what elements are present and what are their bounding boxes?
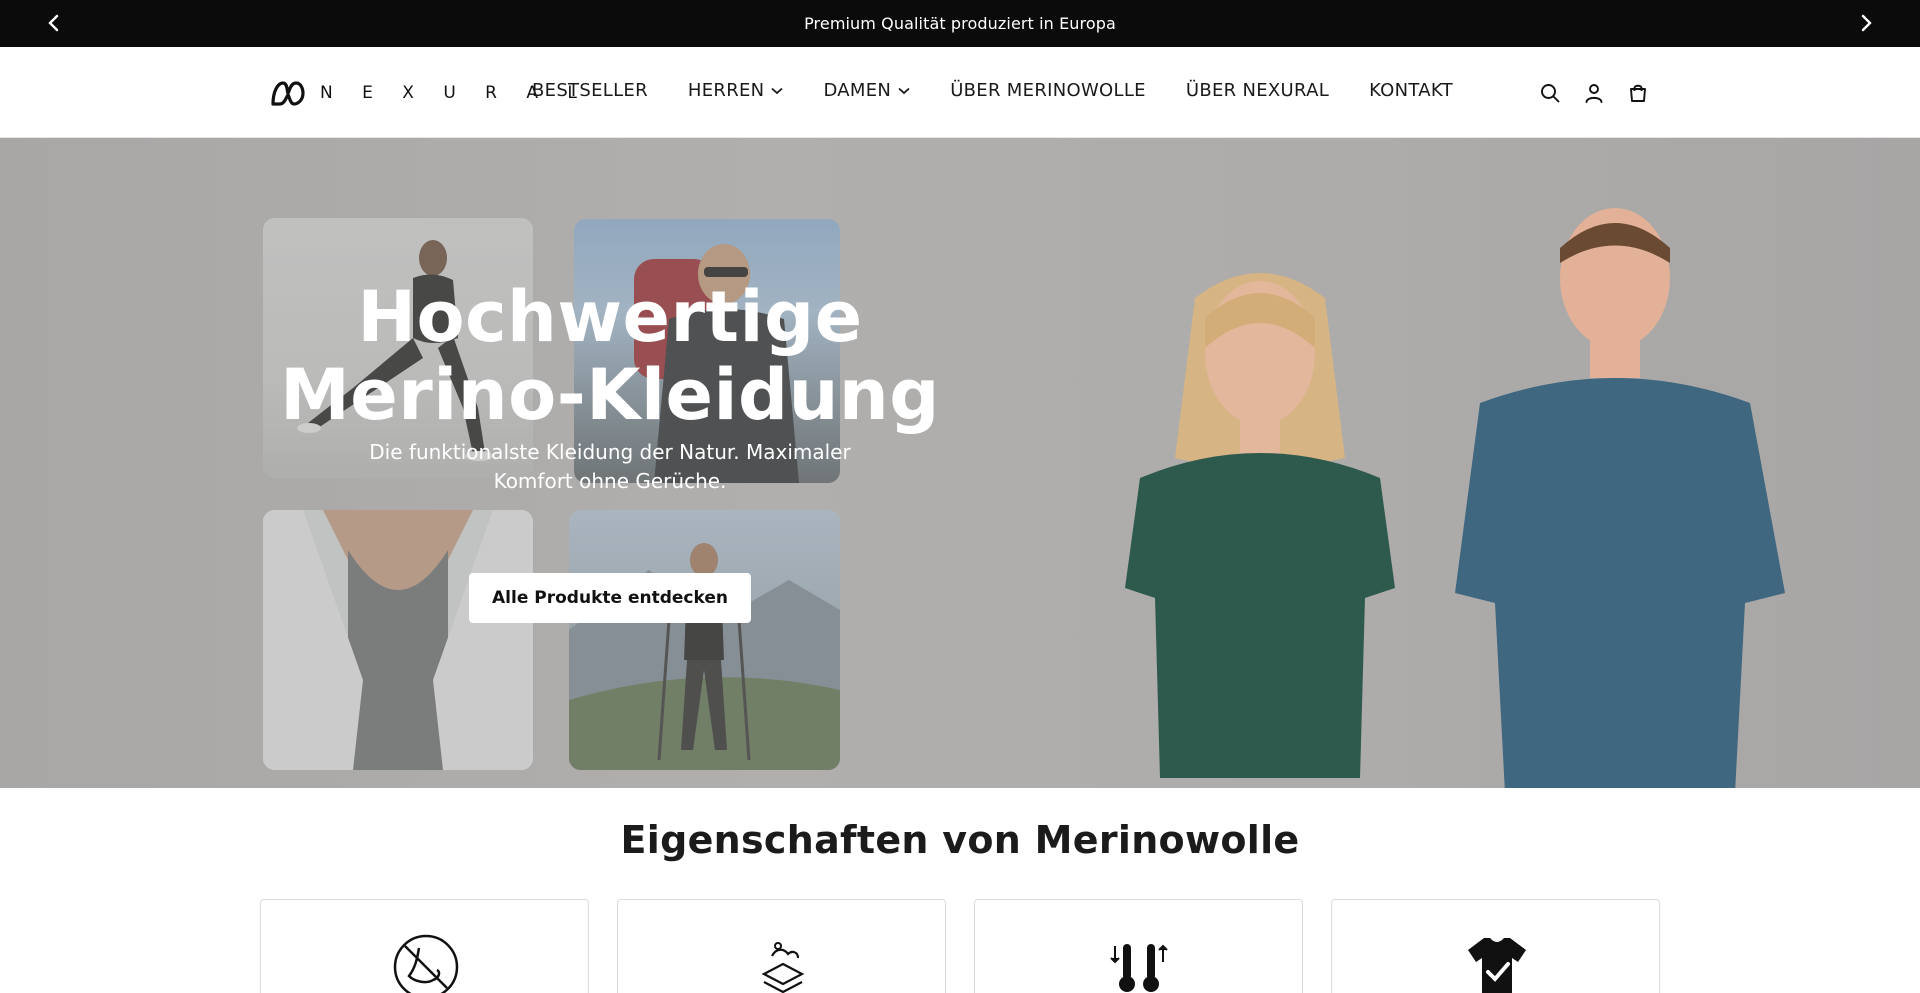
hero-title-line1: Hochwertige [357,276,863,358]
nav-ueber-merinowolle[interactable]: ÜBER MERINOWOLLE [950,80,1146,101]
cart-button[interactable] [1625,80,1651,106]
nav-ueber-nexural[interactable]: ÜBER NEXURAL [1186,80,1329,101]
hero-subtitle: Die funktionalste Kleidung der Natur. Ma… [369,440,851,493]
nav-damen[interactable]: DAMEN [823,80,910,101]
hero-title: Hochwertige Merino-Kleidung [260,278,960,434]
cart-icon [1630,84,1646,102]
nav-herren[interactable]: HERREN [688,80,784,101]
announcement-bar: Premium Qualität produziert in Europa [0,0,1920,47]
site-header: N E X U R A L BESTSELLER HERREN DAMEN ÜB… [0,47,1920,138]
nav-label: KONTAKT [1369,80,1453,101]
soft-layers-icon [750,934,816,993]
features-title: Eigenschaften von Merinowolle [620,818,1300,862]
feature-card-temperature [974,899,1303,993]
woman-model-image [1125,273,1395,778]
search-button[interactable] [1537,80,1563,106]
nav-label: BESTSELLER [532,80,648,101]
nav-label: ÜBER MERINOWOLLE [950,80,1146,101]
nav-bestseller[interactable]: BESTSELLER [532,80,648,101]
discover-products-button[interactable]: Alle Produkte entdecken [469,573,751,623]
announcement-text: Premium Qualität produziert in Europa [804,14,1116,33]
announcement-next-button[interactable] [1852,9,1880,37]
chevron-right-icon [1861,14,1872,32]
search-icon [1541,84,1560,103]
hero-title-line2: Merino-Kleidung [280,354,940,436]
nav-label: ÜBER NEXURAL [1185,80,1330,101]
man-model-image [1455,208,1785,788]
chevron-down-icon [771,87,784,94]
nav-kontakt[interactable]: KONTAKT [1369,80,1453,101]
account-icon [1585,84,1603,103]
main-nav: BESTSELLER HERREN DAMEN ÜBER MERINOWOLLE… [532,80,1453,101]
nav-label: HERREN [687,80,765,101]
hero-image-collar-closeup [263,510,533,770]
feature-card-soft-layers [617,899,946,993]
nav-label: DAMEN [823,80,892,101]
nexural-logo-icon [271,81,305,106]
hero-image-hiker-woman [569,510,840,770]
account-button[interactable] [1581,80,1607,106]
odor-free-icon [393,934,459,993]
feature-card-shirt [1331,899,1660,993]
announcement-prev-button[interactable] [40,9,68,37]
temperature-regulation-icon [1107,934,1173,993]
shirt-check-icon [1464,934,1530,993]
feature-card-odor-free [260,899,589,993]
chevron-left-icon [48,14,59,32]
chevron-down-icon [898,87,910,94]
hero-banner: Hochwertige Merino-Kleidung Die funktion… [0,138,1920,788]
